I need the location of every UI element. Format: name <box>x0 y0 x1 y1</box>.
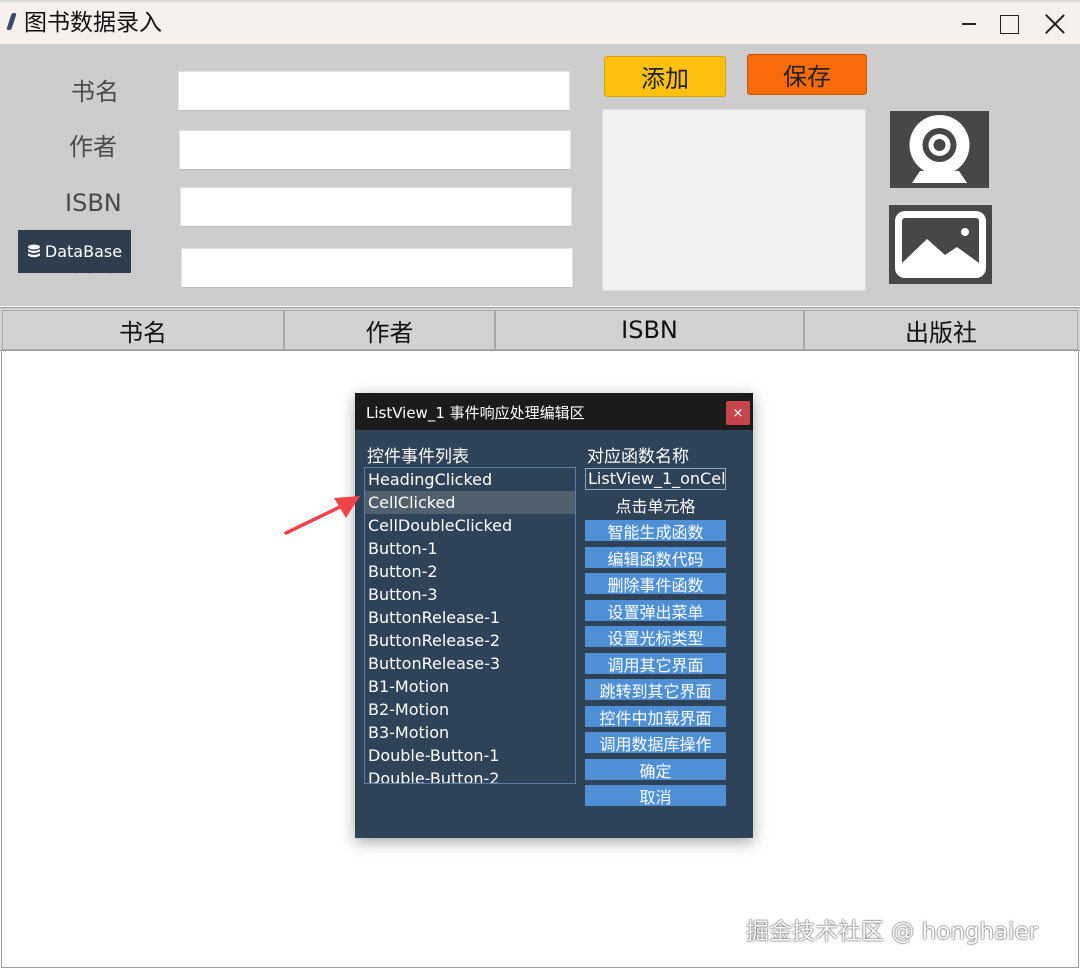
close-button[interactable] <box>1032 8 1078 40</box>
call-other-ui-button[interactable]: 调用其它界面 <box>585 653 726 675</box>
generate-function-button[interactable]: 智能生成函数 <box>585 520 726 542</box>
event-item[interactable]: ButtonRelease-1 <box>365 606 575 629</box>
set-cursor-type-button[interactable]: 设置光标类型 <box>585 626 726 648</box>
title-input[interactable] <box>178 71 570 111</box>
event-item[interactable]: B1-Motion <box>365 675 575 698</box>
isbn-input[interactable] <box>180 187 572 227</box>
title-bar: 图书数据录入 <box>0 0 1080 44</box>
events-label: 控件事件列表 <box>367 447 469 467</box>
dialog-title-bar: ListView_1 事件响应处理编辑区 × <box>355 393 753 430</box>
call-database-button[interactable]: 调用数据库操作 <box>585 732 726 754</box>
event-item[interactable]: Button-3 <box>365 583 575 606</box>
image-button[interactable] <box>889 205 992 284</box>
image-icon <box>895 211 986 278</box>
title-label: 书名 <box>71 78 119 106</box>
function-description: 点击单元格 <box>615 497 696 516</box>
event-item[interactable]: CellDoubleClicked <box>365 514 575 537</box>
feather-icon <box>6 13 17 30</box>
webcam-icon <box>909 115 970 183</box>
publisher-input[interactable] <box>181 248 573 288</box>
database-button[interactable]: DataBase <box>18 230 131 273</box>
watermark: 掘金技术社区 @ honghaier <box>746 919 1039 945</box>
confirm-button[interactable]: 确定 <box>585 759 726 781</box>
add-button[interactable]: 添加 <box>604 56 726 97</box>
window-title: 图书数据录入 <box>24 10 162 36</box>
author-input[interactable] <box>179 130 571 170</box>
event-item[interactable]: Double-Button-1 <box>365 744 575 767</box>
dialog-title: ListView_1 事件响应处理编辑区 <box>366 404 585 422</box>
event-item[interactable]: Button-1 <box>365 537 575 560</box>
maximize-button[interactable] <box>986 8 1032 40</box>
author-label: 作者 <box>69 133 117 161</box>
isbn-label: ISBN <box>65 189 122 217</box>
jump-to-other-ui-button[interactable]: 跳转到其它界面 <box>585 679 726 701</box>
edit-function-code-button[interactable]: 编辑函数代码 <box>585 547 726 569</box>
event-item[interactable]: B2-Motion <box>365 698 575 721</box>
event-item-selected[interactable]: CellClicked <box>365 491 575 514</box>
cover-preview <box>602 109 866 291</box>
dialog-close-button[interactable]: × <box>726 401 750 425</box>
minimize-icon <box>962 23 976 25</box>
event-list[interactable]: HeadingClicked CellClicked CellDoubleCli… <box>364 467 576 784</box>
function-name-field[interactable]: ListView_1_onCell <box>585 468 726 490</box>
event-item[interactable]: Button-2 <box>365 560 575 583</box>
column-header-publisher[interactable]: 出版社 <box>804 310 1078 350</box>
close-icon <box>1045 14 1065 34</box>
cancel-button[interactable]: 取消 <box>585 785 726 807</box>
event-item[interactable]: ButtonRelease-2 <box>365 629 575 652</box>
annotation-arrow-icon <box>284 496 360 535</box>
event-item[interactable]: Double-Button-2 <box>365 767 575 783</box>
load-ui-in-widget-button[interactable]: 控件中加载界面 <box>585 706 726 728</box>
save-button[interactable]: 保存 <box>747 54 867 95</box>
set-popup-menu-button[interactable]: 设置弹出菜单 <box>585 600 726 622</box>
entry-form: 书名 作者 ISBN 出版社 DataBase 添加 保存 <box>0 44 1080 306</box>
column-header-isbn[interactable]: ISBN <box>495 310 804 350</box>
delete-event-function-button[interactable]: 删除事件函数 <box>585 573 726 595</box>
function-label: 对应函数名称 <box>587 447 689 467</box>
list-header: 书名 作者 ISBN 出版社 <box>0 307 1080 351</box>
camera-button[interactable] <box>890 111 989 188</box>
column-header-author[interactable]: 作者 <box>284 310 495 350</box>
event-item[interactable]: B3-Motion <box>365 721 575 744</box>
event-item[interactable]: ButtonRelease-3 <box>365 652 575 675</box>
database-icon <box>27 244 40 258</box>
event-item[interactable]: HeadingClicked <box>365 468 575 491</box>
database-button-label: DataBase <box>44 242 123 261</box>
event-editor-dialog: ListView_1 事件响应处理编辑区 × 控件事件列表 对应函数名称 Hea… <box>355 393 753 838</box>
column-header-title[interactable]: 书名 <box>2 310 284 350</box>
maximize-icon <box>999 14 1019 34</box>
